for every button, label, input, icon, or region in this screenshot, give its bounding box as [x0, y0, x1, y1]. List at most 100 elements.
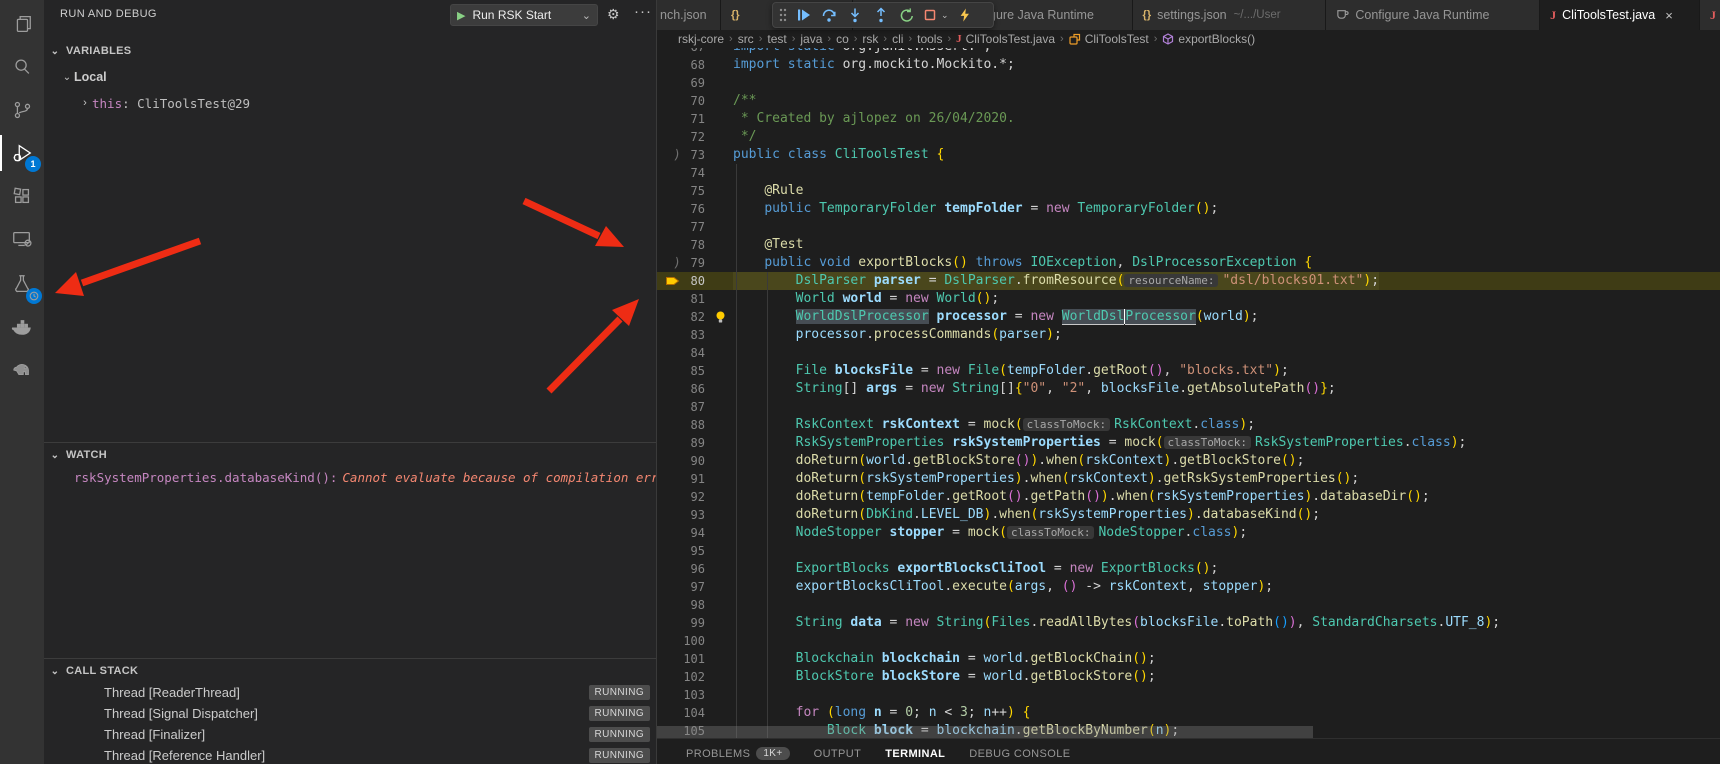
- code-line-80[interactable]: 80 DslParser parser = DslParser.fromReso…: [657, 272, 1720, 290]
- explorer-icon[interactable]: [0, 2, 44, 46]
- breadcrumb-item[interactable]: exportBlocks(): [1162, 32, 1255, 46]
- step-out-icon[interactable]: [869, 4, 893, 26]
- gutter-glyph-margin[interactable]: [657, 344, 681, 362]
- code-text[interactable]: public class CliToolsTest {: [733, 146, 944, 164]
- panel-tab-terminal[interactable]: TERMINAL: [885, 744, 945, 760]
- gutter-glyph-margin[interactable]: [657, 164, 681, 182]
- code-text[interactable]: BlockStore blockStore = world.getBlockSt…: [733, 668, 1156, 686]
- code-text[interactable]: public TemporaryFolder tempFolder = new …: [733, 200, 1218, 218]
- breadcrumb-item[interactable]: JCliToolsTest.java: [956, 32, 1055, 46]
- watch-expression-row[interactable]: rskSystemProperties.databaseKind(): Cann…: [44, 466, 656, 488]
- code-text[interactable]: for (long n = 0; n < 3; n++) {: [733, 704, 1030, 722]
- code-text[interactable]: String data = new String(Files.readAllBy…: [733, 614, 1500, 632]
- code-line-100[interactable]: 100: [657, 632, 1720, 650]
- gutter-glyph-margin[interactable]: [657, 632, 681, 650]
- variable-row-this[interactable]: › this: CliToolsTest@29: [44, 92, 656, 114]
- gutter-glyph-margin[interactable]: [657, 614, 681, 632]
- code-text[interactable]: doReturn(rskSystemProperties).when(rskCo…: [733, 470, 1359, 488]
- code-line-69[interactable]: 69: [657, 74, 1720, 92]
- horizontal-scrollbar[interactable]: [657, 726, 1313, 738]
- call-stack-section-header[interactable]: ⌄ CALL STACK: [44, 660, 656, 682]
- tab-overflow-java[interactable]: J: [1700, 0, 1720, 30]
- gutter-glyph-margin[interactable]: [657, 470, 681, 488]
- code-line-74[interactable]: 74: [657, 164, 1720, 182]
- call-stack-thread-row[interactable]: Thread [ReaderThread]RUNNING: [44, 682, 656, 703]
- code-line-90[interactable]: 90 doReturn(world.getBlockStore()).when(…: [657, 452, 1720, 470]
- run-debug-icon-item[interactable]: 1: [0, 131, 44, 175]
- gutter-glyph-margin[interactable]: [657, 110, 681, 128]
- code-line-67[interactable]: 67import static org.junit.Assert.*;: [657, 48, 1720, 56]
- gutter-glyph-margin[interactable]: [657, 578, 681, 596]
- code-line-73[interactable]: )73public class CliToolsTest {: [657, 146, 1720, 164]
- gutter-glyph-margin[interactable]: [657, 380, 681, 398]
- gutter-glyph-margin[interactable]: [657, 488, 681, 506]
- code-line-101[interactable]: 101 Blockchain blockchain = world.getBlo…: [657, 650, 1720, 668]
- step-into-icon[interactable]: [843, 4, 867, 26]
- debug-current-line-icon[interactable]: [657, 272, 681, 290]
- restart-icon[interactable]: [895, 4, 919, 26]
- tab-clitoolstest-java[interactable]: J CliToolsTest.java ×: [1540, 0, 1700, 30]
- code-text[interactable]: DslParser parser = DslParser.fromResourc…: [733, 272, 1379, 290]
- code-line-93[interactable]: 93 doReturn(DbKind.LEVEL_DB).when(rskSys…: [657, 506, 1720, 524]
- code-text[interactable]: String[] args = new String[]{"0", "2", b…: [733, 380, 1336, 398]
- test-explorer-icon-item[interactable]: [0, 262, 44, 306]
- more-actions-icon[interactable]: ···: [634, 3, 652, 20]
- tab-launch-json[interactable]: nch.json: [657, 0, 721, 30]
- code-line-77[interactable]: 77: [657, 218, 1720, 236]
- code-line-103[interactable]: 103: [657, 686, 1720, 704]
- breadcrumb-item[interactable]: rsk: [862, 32, 878, 46]
- gutter-glyph-margin[interactable]: [657, 506, 681, 524]
- gutter-glyph-margin[interactable]: [657, 74, 681, 92]
- code-text[interactable]: doReturn(tempFolder.getRoot().getPath())…: [733, 488, 1430, 506]
- code-line-87[interactable]: 87: [657, 398, 1720, 416]
- stop-icon[interactable]: [921, 4, 939, 26]
- panel-tab-debug-console[interactable]: DEBUG CONSOLE: [969, 744, 1070, 760]
- breadcrumb-item[interactable]: co: [836, 32, 849, 46]
- stop-dropdown-chevron-icon[interactable]: ⌄: [941, 10, 951, 21]
- breadcrumb-item[interactable]: rskj-core: [678, 32, 724, 46]
- code-line-83[interactable]: 83 processor.processCommands(parser);: [657, 326, 1720, 344]
- breadcrumb-item[interactable]: tools: [917, 32, 942, 46]
- gutter-glyph-margin[interactable]: [657, 290, 681, 308]
- code-text[interactable]: ExportBlocks exportBlocksCliTool = new E…: [733, 560, 1218, 578]
- code-line-102[interactable]: 102 BlockStore blockStore = world.getBlo…: [657, 668, 1720, 686]
- code-line-71[interactable]: 71 * Created by ajlopez on 26/04/2020.: [657, 110, 1720, 128]
- gutter-glyph-margin[interactable]: [657, 704, 681, 722]
- code-text[interactable]: RskContext rskContext = mock(classToMock…: [733, 416, 1255, 434]
- code-line-92[interactable]: 92 doReturn(tempFolder.getRoot().getPath…: [657, 488, 1720, 506]
- step-over-icon[interactable]: [817, 4, 841, 26]
- close-icon[interactable]: ×: [1665, 8, 1673, 23]
- launch-config-dropdown[interactable]: ▶ Run RSK Start ⌄: [450, 4, 598, 26]
- gutter-glyph-margin[interactable]: [657, 362, 681, 380]
- gradle-icon-item[interactable]: [0, 348, 44, 392]
- code-line-85[interactable]: 85 File blocksFile = new File(tempFolder…: [657, 362, 1720, 380]
- code-line-86[interactable]: 86 String[] args = new String[]{"0", "2"…: [657, 380, 1720, 398]
- gear-icon[interactable]: ⚙: [607, 6, 620, 23]
- variables-section-header[interactable]: ⌄ VARIABLES: [44, 40, 656, 62]
- breadcrumb-item[interactable]: CliToolsTest: [1069, 32, 1149, 46]
- code-text[interactable]: World world = new World();: [733, 290, 999, 308]
- gutter-glyph-margin[interactable]: [657, 326, 681, 344]
- fold-marker-icon[interactable]: ): [657, 254, 681, 272]
- code-line-79[interactable]: )79 public void exportBlocks() throws IO…: [657, 254, 1720, 272]
- gutter-glyph-margin[interactable]: [657, 650, 681, 668]
- code-editor[interactable]: 67import static org.junit.Assert.*;68imp…: [657, 48, 1720, 738]
- gutter-glyph-margin[interactable]: [657, 560, 681, 578]
- gutter-glyph-margin[interactable]: [657, 218, 681, 236]
- code-line-78[interactable]: 78 @Test: [657, 236, 1720, 254]
- gutter-glyph-margin[interactable]: [657, 686, 681, 704]
- gutter-glyph-margin[interactable]: [657, 56, 681, 74]
- breadcrumb-item[interactable]: java: [800, 32, 822, 46]
- gutter-glyph-margin[interactable]: [657, 182, 681, 200]
- variables-scope-local[interactable]: ⌄ Local: [44, 66, 656, 88]
- code-line-76[interactable]: 76 public TemporaryFolder tempFolder = n…: [657, 200, 1720, 218]
- code-text[interactable]: processor.processCommands(parser);: [733, 326, 1062, 344]
- code-line-97[interactable]: 97 exportBlocksCliTool.execute(args, () …: [657, 578, 1720, 596]
- gutter-glyph-margin[interactable]: [657, 434, 681, 452]
- gutter-glyph-margin[interactable]: [657, 200, 681, 218]
- code-text[interactable]: RskSystemProperties rskSystemProperties …: [733, 434, 1466, 452]
- code-text[interactable]: @Rule: [733, 182, 803, 200]
- gutter-glyph-margin[interactable]: [657, 128, 681, 146]
- extensions-icon-item[interactable]: [0, 174, 44, 218]
- source-control-icon-item[interactable]: [0, 88, 44, 132]
